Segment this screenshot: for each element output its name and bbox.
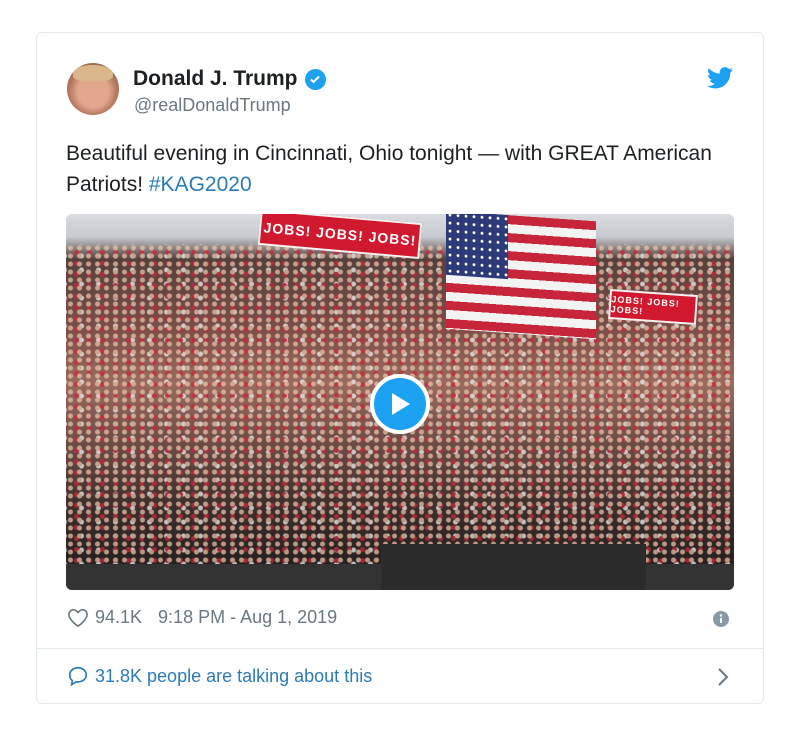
tweet-text: Beautiful evening in Cincinnati, Ohio to… <box>66 142 712 196</box>
like-count[interactable]: 94.1K <box>95 607 142 628</box>
author-name[interactable]: Donald J. Trump <box>133 67 326 91</box>
verified-badge-icon <box>304 68 326 90</box>
tweet-meta: 94.1K 9:18 PM - Aug 1, 2019 <box>67 607 337 628</box>
timestamp[interactable]: 9:18 PM - Aug 1, 2019 <box>158 607 337 628</box>
stage-speakers <box>381 544 646 590</box>
american-flag <box>446 214 596 340</box>
hashtag-link[interactable]: #KAG2020 <box>149 173 252 196</box>
jobs-banner-small: JOBS! JOBS! JOBS! <box>608 288 698 326</box>
play-icon <box>392 393 410 415</box>
chevron-right-icon[interactable] <box>717 667 729 692</box>
avatar[interactable] <box>67 63 119 115</box>
tweet-card: Donald J. Trump @realDonaldTrump Beautif… <box>36 32 764 704</box>
divider <box>37 648 763 649</box>
conversation-link[interactable]: 31.8K people are talking about this <box>67 665 372 687</box>
heart-icon[interactable] <box>67 608 89 628</box>
video-player[interactable]: JOBS! JOBS! JOBS! JOBS! JOBS! JOBS! <box>66 214 734 590</box>
comment-icon <box>68 666 88 687</box>
play-button[interactable] <box>370 374 430 434</box>
twitter-bird-icon[interactable] <box>707 67 733 94</box>
info-icon[interactable] <box>713 611 729 632</box>
author-handle[interactable]: @realDonaldTrump <box>134 95 291 116</box>
